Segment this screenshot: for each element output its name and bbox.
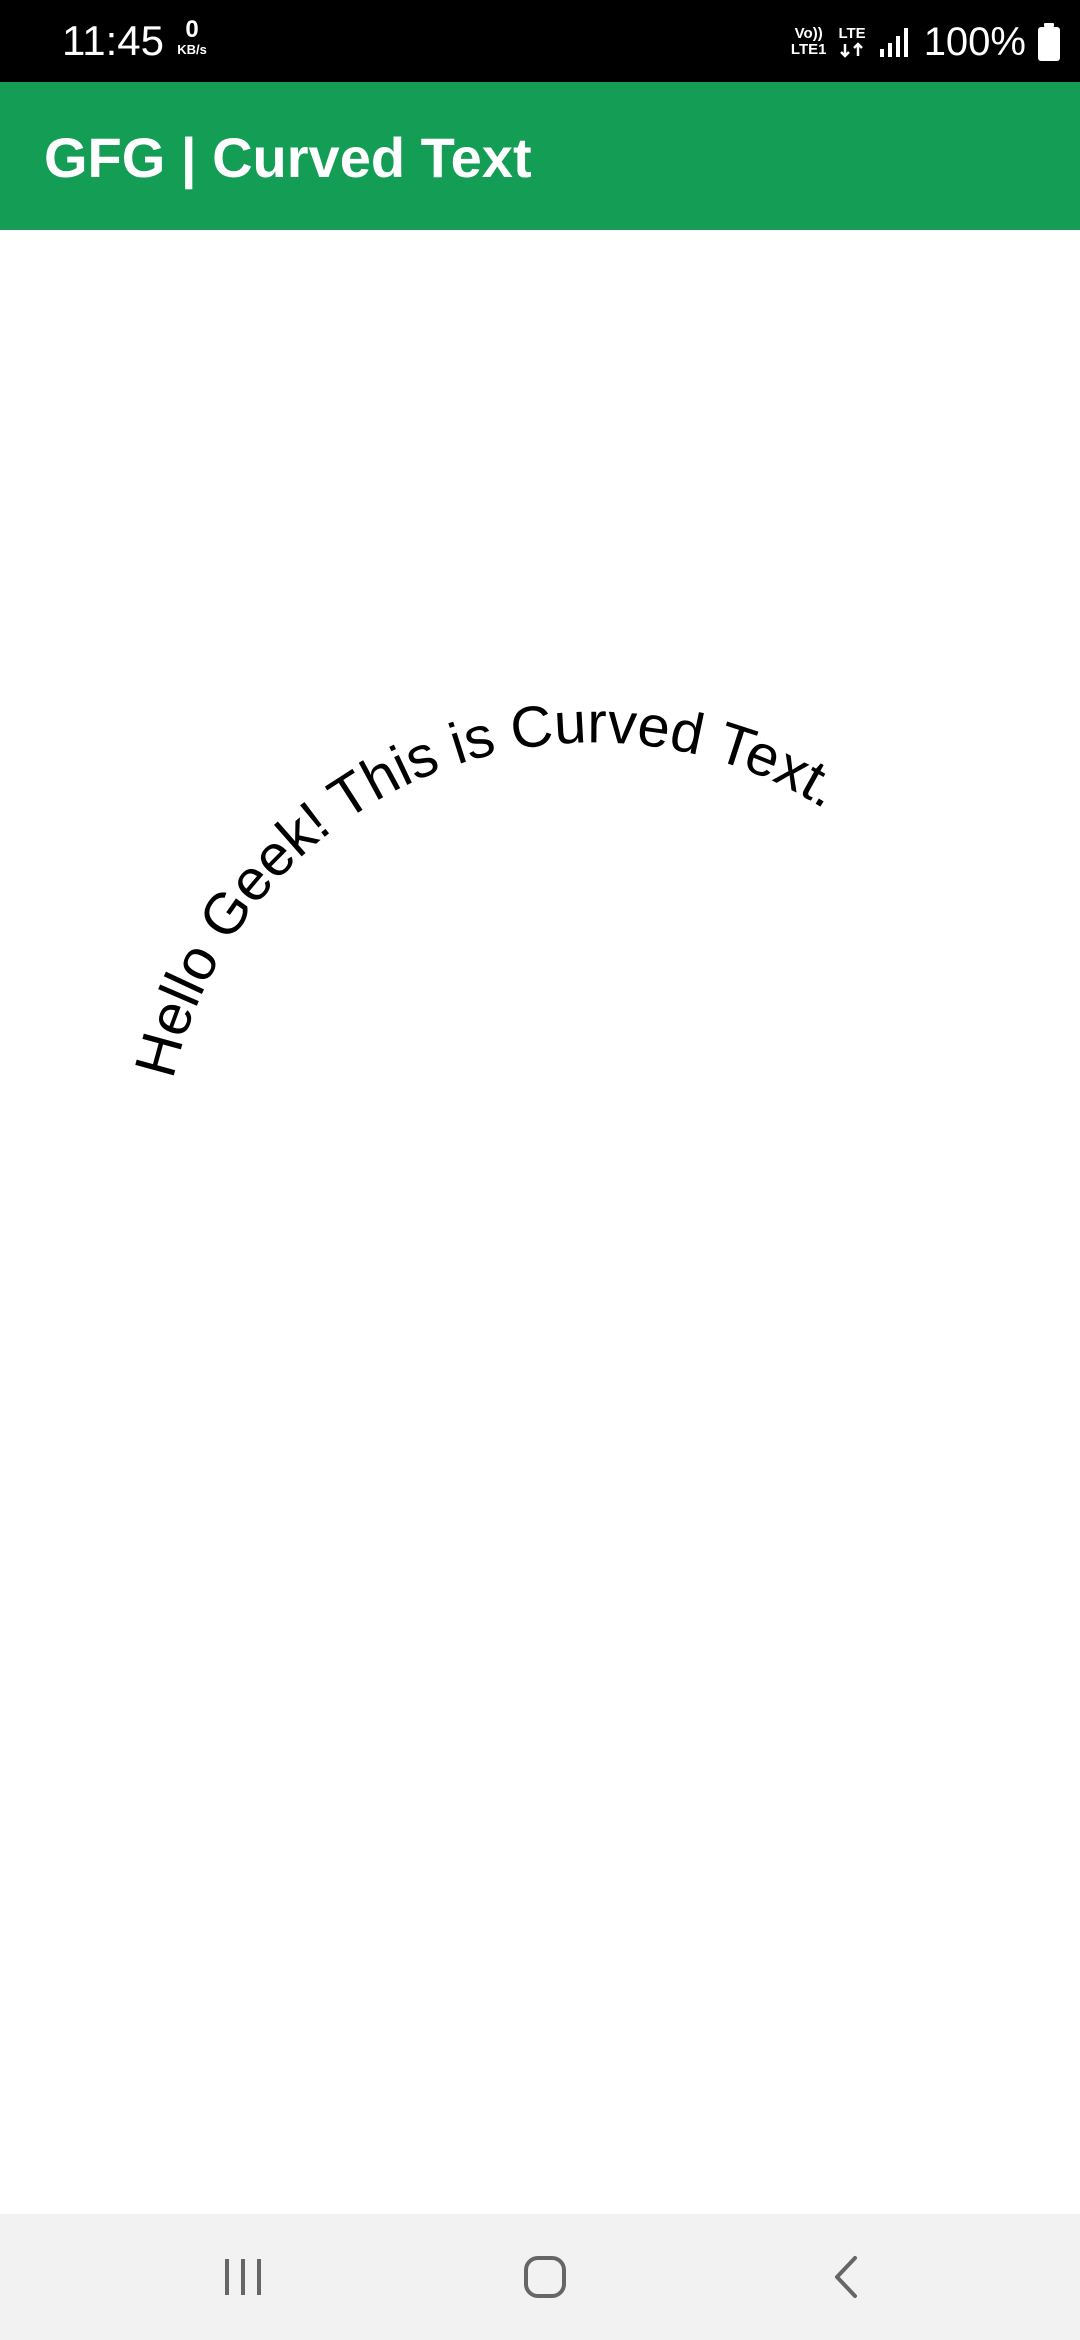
volte-bottom-label: LTE1 [790, 41, 827, 58]
data-arrows-icon [839, 42, 865, 58]
curved-text: Hello Geek! This is Curved Text. [122, 690, 852, 1083]
battery-icon [1038, 23, 1060, 61]
navigation-bar [0, 2214, 1080, 2340]
app-title: GFG | Curved Text [44, 126, 532, 189]
home-icon [521, 2253, 569, 2301]
lte-indicator: LTE [838, 25, 866, 58]
recents-icon [221, 2257, 265, 2297]
status-time: 11:45 [62, 17, 164, 64]
status-bar: 11:45 0 KB/s Vo)) LTE1 LTE 100% [0, 0, 1080, 82]
curved-text-path: Hello Geek! This is Curved Text. [122, 690, 852, 1083]
back-icon [827, 2253, 867, 2301]
curved-text-canvas: Hello Geek! This is Curved Text. [122, 690, 852, 1083]
home-button[interactable] [510, 2242, 580, 2312]
signal-icon [878, 25, 912, 59]
network-speed: 0 KB/s [170, 18, 214, 58]
volte-top-label: Vo)) [794, 25, 823, 42]
screen: 11:45 0 KB/s Vo)) LTE1 LTE 100% GFG | Cu… [0, 0, 1080, 2340]
status-icons: Vo)) LTE1 LTE 100% [791, 14, 1060, 70]
network-speed-value: 0 [185, 16, 199, 43]
recents-button[interactable] [208, 2242, 278, 2312]
battery-percent: 100% [923, 20, 1026, 64]
content-area: Hello Geek! This is Curved Text. [0, 230, 1080, 2214]
network-speed-unit: KB/s [177, 42, 207, 57]
app-bar: GFG | Curved Text [0, 82, 1080, 230]
lte-label: LTE [838, 25, 866, 42]
back-button[interactable] [812, 2242, 882, 2312]
volte-indicator: Vo)) LTE1 [791, 26, 827, 58]
